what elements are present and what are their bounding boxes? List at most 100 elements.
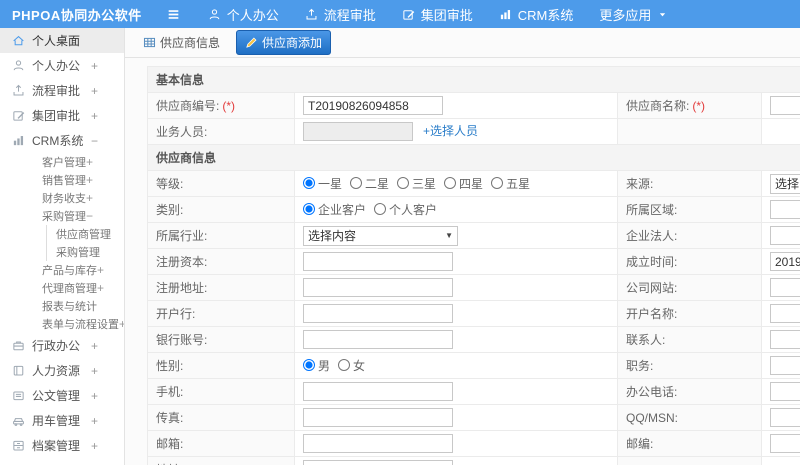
industry-label: 所属行业: bbox=[147, 222, 295, 249]
bank-name-input[interactable] bbox=[303, 304, 453, 323]
expand-toggle-icon[interactable]: + bbox=[97, 263, 104, 277]
sidebar-item-customer-mgmt[interactable]: 客户管理 + bbox=[0, 153, 124, 171]
expand-toggle-icon[interactable]: + bbox=[91, 364, 98, 378]
expand-toggle-icon[interactable]: + bbox=[91, 414, 98, 428]
level-option-4[interactable]: 五星 bbox=[491, 175, 530, 192]
registered-address-field-cell bbox=[294, 274, 618, 301]
sidebar-item-finance-mgmt[interactable]: 财务收支 + bbox=[0, 189, 124, 207]
sidebar-item-personal-desktop[interactable]: 个人桌面 bbox=[0, 28, 124, 53]
gender-option-1[interactable]: 女 bbox=[338, 357, 365, 374]
qq-msn-input[interactable] bbox=[770, 408, 800, 427]
sidebar-item-admin-office[interactable]: 行政办公 + bbox=[0, 333, 124, 358]
level-option-2[interactable]: 三星 bbox=[397, 175, 436, 192]
field-label-text: 银行账号: bbox=[156, 333, 208, 347]
topnav-item-group-approval[interactable]: 集团审批 bbox=[389, 0, 486, 28]
bank-account-input[interactable] bbox=[303, 330, 453, 349]
account-name-input[interactable] bbox=[770, 304, 800, 323]
fax-input[interactable] bbox=[303, 408, 453, 427]
expand-toggle-icon[interactable]: + bbox=[91, 84, 98, 98]
legal-person-input[interactable] bbox=[770, 226, 800, 245]
sidebar-item-product-inventory[interactable]: 产品与库存 + bbox=[0, 261, 124, 279]
registered-address-label: 注册地址: bbox=[147, 274, 295, 301]
field-label-text: 传真: bbox=[156, 411, 184, 425]
tab-supplier-info[interactable]: 供应商信息 bbox=[135, 31, 228, 54]
choose-person-link[interactable]: +选择人员 bbox=[423, 124, 478, 138]
region-input[interactable] bbox=[770, 200, 800, 219]
level-option-0[interactable]: 一星 bbox=[303, 175, 342, 192]
email-field-cell bbox=[294, 430, 618, 457]
sidebar-item-reports-stats[interactable]: 报表与统计 bbox=[0, 297, 124, 315]
mobile-input[interactable] bbox=[303, 382, 453, 401]
level-radio[interactable] bbox=[444, 177, 457, 190]
gender-option-0[interactable]: 男 bbox=[303, 357, 330, 374]
field-label-text: 供应商名称: bbox=[626, 99, 690, 113]
sidebar-item-sales-mgmt[interactable]: 销售管理 + bbox=[0, 171, 124, 189]
company-website-input[interactable] bbox=[770, 278, 800, 297]
sidebar-item-crm-system[interactable]: CRM系统 − bbox=[0, 128, 124, 153]
sidebar-item-agent-mgmt[interactable]: 代理商管理 + bbox=[0, 279, 124, 297]
level-radio[interactable] bbox=[491, 177, 504, 190]
postcode-input[interactable] bbox=[770, 434, 800, 453]
sidebar-item-label: 表单与流程设置 bbox=[42, 319, 119, 331]
supplier-code-input[interactable] bbox=[303, 96, 443, 115]
level-radio[interactable] bbox=[350, 177, 363, 190]
sidebar-toggle-button[interactable] bbox=[166, 7, 181, 22]
sidebar-item-personal-office[interactable]: 个人办公 + bbox=[0, 53, 124, 78]
expand-toggle-icon[interactable]: + bbox=[91, 59, 98, 73]
edit-icon bbox=[13, 111, 25, 121]
sidebar-item-archive-mgmt[interactable]: 档案管理 + bbox=[0, 433, 124, 458]
contact-person-input[interactable] bbox=[770, 330, 800, 349]
expand-toggle-icon[interactable]: + bbox=[86, 191, 93, 205]
expand-toggle-icon[interactable]: − bbox=[86, 209, 93, 223]
sidebar-item-workflow-approval[interactable]: 流程审批 + bbox=[0, 78, 124, 103]
founded-date-input[interactable] bbox=[770, 252, 800, 271]
sidebar-item-purchasing-mgmt[interactable]: 采购管理 bbox=[0, 243, 124, 261]
expand-toggle-icon[interactable]: − bbox=[91, 134, 98, 148]
level-option-3[interactable]: 四星 bbox=[444, 175, 483, 192]
sidebar-item-group-approval[interactable]: 集团审批 + bbox=[0, 103, 124, 128]
sidebar-item-human-resources[interactable]: 人力资源 + bbox=[0, 358, 124, 383]
email-input[interactable] bbox=[303, 434, 453, 453]
position-input[interactable] bbox=[770, 356, 800, 375]
founded-date-field-cell bbox=[760, 248, 800, 275]
business-person-field-cell: +选择人员 bbox=[294, 118, 618, 145]
category-radio[interactable] bbox=[303, 203, 315, 216]
topnav-item-crm-system[interactable]: CRM系统 bbox=[486, 0, 587, 28]
expand-toggle-icon[interactable]: + bbox=[97, 281, 104, 295]
registered-capital-input[interactable] bbox=[303, 252, 453, 271]
registered-address-input[interactable] bbox=[303, 278, 453, 297]
topnav-item-personal-office[interactable]: 个人办公 bbox=[195, 0, 292, 28]
business-person-input[interactable] bbox=[303, 122, 413, 142]
gender-radio[interactable] bbox=[303, 359, 315, 372]
address-input[interactable] bbox=[303, 460, 453, 465]
field-label-text: 公司网站: bbox=[626, 281, 678, 295]
topnav-item-more-apps[interactable]: 更多应用 bbox=[586, 0, 681, 28]
sidebar-item-purchase-mgmt[interactable]: 采购管理 − bbox=[0, 207, 124, 225]
expand-toggle-icon[interactable]: + bbox=[91, 389, 98, 403]
level-radio[interactable] bbox=[397, 177, 410, 190]
expand-toggle-icon[interactable]: + bbox=[91, 339, 98, 353]
category-option-0[interactable]: 企业客户 bbox=[303, 201, 366, 218]
sidebar-item-supplier-mgmt[interactable]: 供应商管理 bbox=[0, 225, 124, 243]
category-radio[interactable] bbox=[374, 203, 387, 216]
topnav-item-workflow-approval[interactable]: 流程审批 bbox=[292, 0, 389, 28]
supplier-name-input[interactable] bbox=[770, 96, 800, 115]
sidebar-item-form-workflow-settings[interactable]: 表单与流程设置+ bbox=[0, 315, 124, 333]
sidebar-item-vehicle-mgmt[interactable]: 用车管理 + bbox=[0, 408, 124, 433]
industry-select[interactable]: 选择内容 ▼ bbox=[303, 225, 458, 246]
level-radio[interactable] bbox=[303, 177, 315, 190]
expand-toggle-icon[interactable]: + bbox=[86, 155, 93, 169]
office-phone-input[interactable] bbox=[770, 382, 800, 401]
expand-toggle-icon[interactable]: + bbox=[91, 109, 98, 123]
region-field-cell bbox=[760, 196, 800, 223]
gender-radio[interactable] bbox=[338, 359, 351, 372]
expand-toggle-icon[interactable]: + bbox=[91, 439, 98, 453]
expand-toggle-icon[interactable]: + bbox=[86, 173, 93, 187]
sidebar-item-document-mgmt[interactable]: 公文管理 + bbox=[0, 383, 124, 408]
category-option-1[interactable]: 个人客户 bbox=[374, 201, 437, 218]
tab-supplier-add[interactable]: 供应商添加 bbox=[236, 30, 332, 55]
level-option-1[interactable]: 二星 bbox=[350, 175, 389, 192]
source-select[interactable]: 选择内容▼ bbox=[770, 173, 800, 194]
sidebar-item-label: 个人桌面 bbox=[32, 34, 81, 48]
sidebar-item-label: 报表与统计 bbox=[42, 301, 97, 313]
